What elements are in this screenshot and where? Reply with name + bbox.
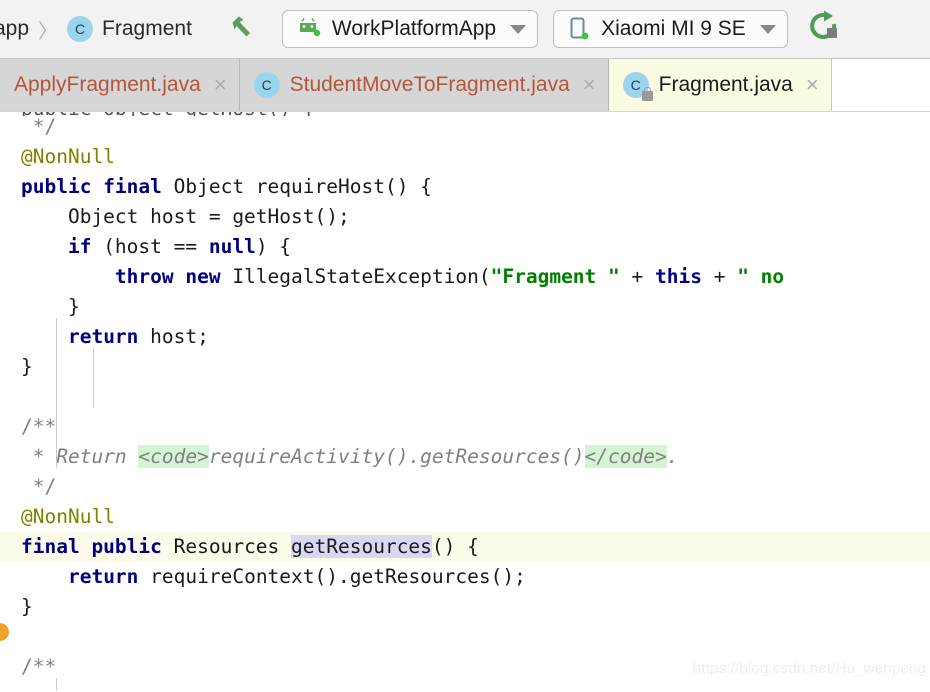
code-token-kw: return [67,565,139,588]
code-line[interactable]: @NonNull [21,142,930,172]
code-token-doctag: </code> [584,445,667,468]
lock-icon [641,87,653,101]
code-token-plain: } [21,295,80,318]
code-line[interactable]: */ [21,472,930,502]
code-token-cmt-plain: /** [21,415,57,438]
code-token-cmt: requireActivity().getResources() [208,445,585,468]
device-label: Xiaomi MI 9 SE [601,17,746,40]
java-class-icon-letter: C [74,21,86,37]
code-line[interactable]: } [21,352,930,382]
code-token-str: " no [737,265,785,288]
java-class-readonly-icon: C [622,72,653,101]
run-configuration-selector[interactable]: WorkPlatformApp [281,10,539,48]
code-line[interactable] [21,382,930,412]
java-class-icon: C [253,72,280,98]
code-line[interactable]: Object host = getHost(); [21,202,930,232]
code-token-plain: } [21,595,33,618]
java-class-icon: C [67,16,94,42]
editor-tab-label: ApplyFragment.java [14,73,201,96]
code-token-plain: IllegalStateException( [220,265,491,288]
editor-tab-label: StudentMoveToFragment.java [289,73,570,96]
make-project-button[interactable] [226,10,260,49]
code-token-cmt-plain: */ [21,115,57,138]
close-icon[interactable]: × [806,74,819,96]
code-token-str: "Fragment " [490,265,620,288]
code-line[interactable]: return requireContext().getResources(); [21,562,930,592]
code-token-plain: Object host = getHost(); [21,205,350,228]
code-token-plain: ) { [255,235,292,258]
code-token-plain: } [21,355,33,378]
code-token-kw: throw new [114,265,221,288]
code-token-kw: public final [21,175,162,198]
code-token-kw: final public [21,535,162,558]
device-selector[interactable]: Xiaomi MI 9 SE [553,10,788,48]
editor-tab-bar: ApplyFragment.java × C StudentMoveToFrag… [0,59,930,112]
indent-guide [56,318,57,468]
close-icon[interactable]: × [583,74,596,96]
breadcrumb: app 〉 C Fragment [0,15,192,44]
code-token-cmt: . [666,445,679,468]
chevron-down-icon [759,24,776,34]
code-token-doctag: <code> [138,445,209,468]
indent-guide [56,678,57,691]
code-token-kw: this [655,265,702,288]
chevron-down-icon [510,24,527,34]
editor-tab-fragment[interactable]: C Fragment.java × [608,59,832,111]
code-line[interactable]: /** [21,412,930,442]
apply-changes-button[interactable] [803,10,845,49]
code-token-ident-hl: getResources [291,535,432,558]
java-class-icon-letter: C [630,77,641,93]
run-configuration-label: WorkPlatformApp [331,17,497,40]
code-line[interactable]: */ [21,112,930,142]
code-token-cmt-plain: /** [21,655,57,678]
code-token-cmt: * Return [21,445,139,468]
code-token-plain: + [701,265,738,288]
code-token-plain: host; [138,325,209,348]
code-token-anno: @NonNull [21,145,115,168]
code-token-plain: Resources [161,535,292,558]
code-token-kw: if [67,235,92,258]
indent-guide [93,348,94,408]
android-robot-icon [296,17,322,41]
apply-changes-restart-icon [807,10,841,49]
close-icon[interactable]: × [214,74,227,96]
editor-tab-studentmovetofragment[interactable]: C StudentMoveToFragment.java × [239,59,609,111]
code-line[interactable]: * Return <code>requireActivity().getReso… [21,442,930,472]
code-line[interactable]: if (host == null) { [21,232,930,262]
code-token-cmt-plain: */ [21,475,57,498]
phone-device-icon [567,16,591,42]
code-token-plain: + [619,265,655,288]
code-line[interactable]: } [21,292,930,322]
watermark: https://blog.csdn.net/Hu_wenpeng [692,660,926,677]
code-line[interactable] [21,622,930,652]
code-token-kw: null [208,235,256,258]
code-line[interactable]: throw new IllegalStateException("Fragmen… [21,262,930,292]
code-content[interactable]: */ @NonNull public final Object requireHos… [0,112,930,691]
editor-tab-applyfragment[interactable]: ApplyFragment.java × [0,59,240,111]
breadcrumb-separator-icon: 〉 [38,20,59,43]
code-token-plain: () { [431,535,479,558]
breadcrumb-item-class[interactable]: Fragment [102,17,192,41]
code-token-plain: (host == [91,235,209,258]
code-token-plain: requireContext().getResources(); [138,565,526,588]
code-line[interactable]: } [21,592,930,622]
code-line[interactable]: return host; [21,322,930,352]
code-line[interactable]: final public Resources getResources() { [0,532,930,562]
code-token-anno: @NonNull [21,505,115,528]
code-line[interactable]: @NonNull [21,502,930,532]
code-line[interactable]: public final Object requireHost() { [21,172,930,202]
code-editor[interactable]: public Object getHost() { */@NonNullpubl… [0,112,930,691]
breadcrumb-item-module[interactable]: app [0,17,29,41]
java-class-icon-letter: C [261,77,272,93]
editor-tab-label: Fragment.java [658,73,793,96]
main-toolbar: app 〉 C Fragment WorkPlatformApp [0,0,930,59]
code-token-kw: return [67,325,139,348]
hammer-icon [226,10,260,49]
code-token-plain: Object requireHost() { [161,175,432,198]
